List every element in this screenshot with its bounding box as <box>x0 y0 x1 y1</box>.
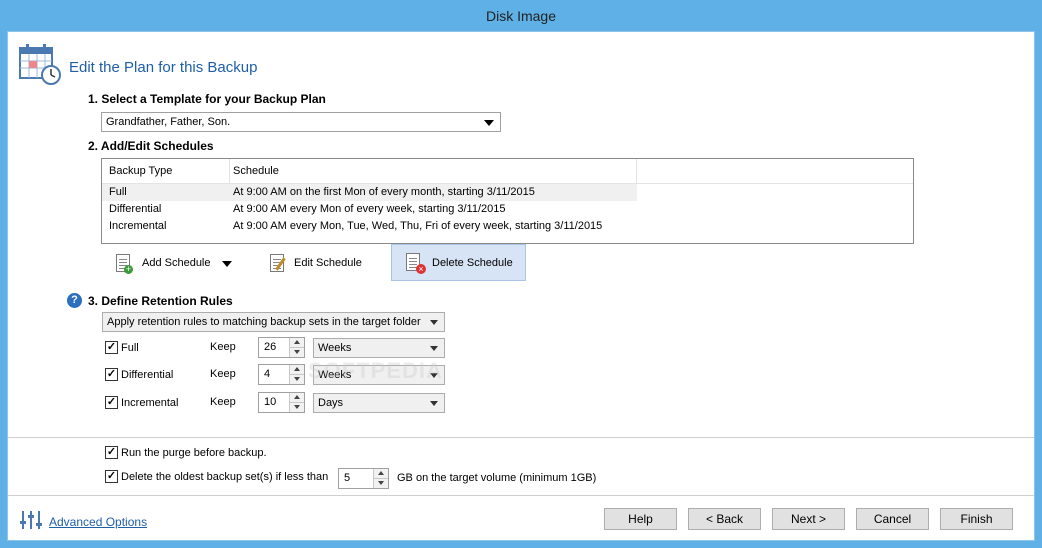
divider <box>8 495 1034 496</box>
retention-heading: 3. Define Retention Rules <box>88 294 233 308</box>
cancel-button[interactable]: Cancel <box>856 508 929 530</box>
incremental-label: Incremental <box>121 397 179 409</box>
schedules-heading: 2. Add/Edit Schedules <box>88 139 214 153</box>
spin-down-icon[interactable] <box>289 348 304 357</box>
purge-label: Run the purge before backup. <box>121 447 267 459</box>
dialog-client: Edit the Plan for this Backup 1. Select … <box>7 31 1035 541</box>
column-divider <box>229 159 230 183</box>
spin-down-icon[interactable] <box>373 479 388 488</box>
spin-down-icon[interactable] <box>289 375 304 384</box>
edit-schedule-label: Edit Schedule <box>294 257 362 269</box>
spin-up-icon[interactable] <box>373 469 388 479</box>
differential-checkbox[interactable]: ✓ <box>105 368 118 381</box>
row-type: Full <box>109 186 127 198</box>
plus-icon: + <box>124 264 133 274</box>
add-schedule-label: Add Schedule <box>142 257 211 269</box>
chevron-down-icon[interactable] <box>222 261 232 267</box>
min-size-stepper[interactable]: 5 <box>338 468 389 489</box>
finish-button[interactable]: Finish <box>940 508 1013 530</box>
delete-oldest-label: Delete the oldest backup set(s) if less … <box>121 471 329 483</box>
full-unit-value: Weeks <box>318 342 352 354</box>
table-row[interactable]: Differential At 9:00 AM every Mon of eve… <box>102 201 637 218</box>
incremental-unit-select[interactable]: Days <box>313 393 445 413</box>
app-window: Disk Image Edit the Plan for this Backup… <box>0 0 1042 548</box>
min-size-value: 5 <box>344 472 351 484</box>
incremental-keep-value: 10 <box>264 396 277 408</box>
window-title: Disk Image <box>485 8 557 24</box>
purge-checkbox[interactable]: ✓ <box>105 446 118 459</box>
retention-mode-select[interactable]: Apply retention rules to matching backup… <box>102 312 445 332</box>
watermark: SOFTPEDIA <box>308 358 443 383</box>
edit-schedule-button[interactable]: Edit Schedule <box>266 245 366 282</box>
row-schedule: At 9:00 AM every Mon, Tue, Wed, Thu, Fri… <box>233 220 603 232</box>
spin-down-icon[interactable] <box>289 403 304 412</box>
sliders-icon <box>20 511 42 529</box>
keep-label: Keep <box>210 396 236 408</box>
column-divider <box>636 159 637 183</box>
delete-schedule-button[interactable]: × Delete Schedule <box>391 244 526 281</box>
delete-oldest-suffix: GB on the target volume (minimum 1GB) <box>397 472 597 484</box>
column-header-backup-type[interactable]: Backup Type <box>109 159 172 183</box>
back-button[interactable]: < Back <box>688 508 761 530</box>
calendar-clock-icon <box>19 44 61 85</box>
table-row[interactable]: Full At 9:00 AM on the first Mon of ever… <box>102 184 637 201</box>
chevron-down-icon <box>484 120 494 126</box>
delete-schedule-label: Delete Schedule <box>432 257 513 269</box>
close-icon: × <box>416 264 426 274</box>
spin-up-icon[interactable] <box>289 338 304 348</box>
differential-keep-stepper[interactable]: 4 <box>258 364 305 385</box>
template-select[interactable]: Grandfather, Father, Son. <box>101 112 501 132</box>
template-heading: 1. Select a Template for your Backup Pla… <box>88 92 326 106</box>
help-button[interactable]: Help <box>604 508 677 530</box>
full-checkbox[interactable]: ✓ <box>105 341 118 354</box>
table-row[interactable]: Incremental At 9:00 AM every Mon, Tue, W… <box>102 218 637 235</box>
row-type: Incremental <box>109 220 167 232</box>
differential-label: Differential <box>121 369 174 381</box>
full-label: Full <box>121 342 139 354</box>
column-header-schedule[interactable]: Schedule <box>233 159 279 183</box>
add-schedule-button[interactable]: + Add Schedule <box>112 245 236 282</box>
chevron-down-icon <box>430 320 438 325</box>
full-keep-value: 26 <box>264 341 277 353</box>
schedule-list[interactable]: Backup Type Schedule Full At 9:00 AM on … <box>101 158 914 244</box>
advanced-options-link[interactable]: Advanced Options <box>49 515 147 529</box>
page-title: Edit the Plan for this Backup <box>69 59 258 76</box>
differential-keep-value: 4 <box>264 368 271 380</box>
full-unit-select[interactable]: Weeks <box>313 338 445 358</box>
incremental-unit-value: Days <box>318 397 344 409</box>
delete-oldest-checkbox[interactable]: ✓ <box>105 470 118 483</box>
row-type: Differential <box>109 203 162 215</box>
row-schedule: At 9:00 AM on the first Mon of every mon… <box>233 186 535 198</box>
spin-up-icon[interactable] <box>289 365 304 375</box>
incremental-checkbox[interactable]: ✓ <box>105 396 118 409</box>
help-icon[interactable]: ? <box>67 293 82 308</box>
keep-label: Keep <box>210 341 236 353</box>
next-button[interactable]: Next > <box>772 508 845 530</box>
retention-mode-value: Apply retention rules to matching backup… <box>107 316 421 328</box>
incremental-keep-stepper[interactable]: 10 <box>258 392 305 413</box>
row-schedule: At 9:00 AM every Mon of every week, star… <box>233 203 506 215</box>
chevron-down-icon <box>430 401 438 406</box>
spin-up-icon[interactable] <box>289 393 304 403</box>
keep-label: Keep <box>210 368 236 380</box>
full-keep-stepper[interactable]: 26 <box>258 337 305 358</box>
template-select-value: Grandfather, Father, Son. <box>106 116 231 128</box>
divider <box>8 437 1034 438</box>
chevron-down-icon <box>430 346 438 351</box>
